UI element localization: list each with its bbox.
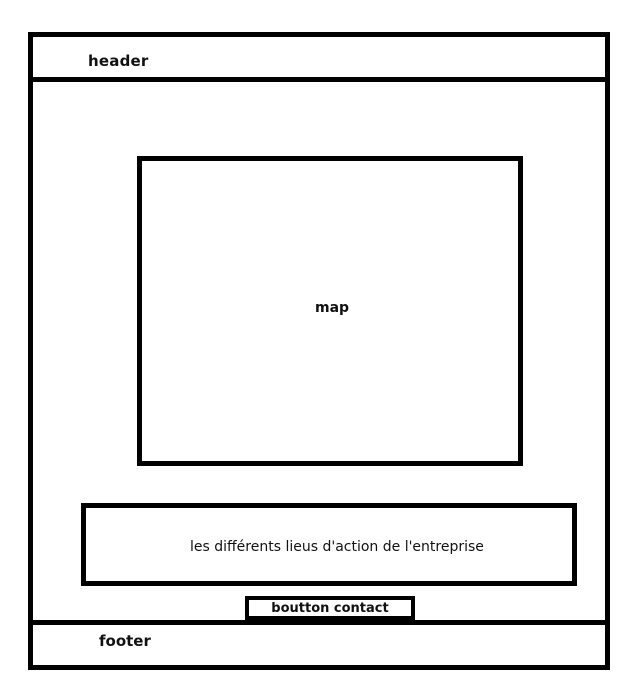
page-header: header [33, 37, 605, 82]
contact-button[interactable]: boutton contact [245, 596, 415, 620]
company-locations-panel: les différents lieus d'action de l'entre… [81, 503, 577, 586]
footer-label: footer [99, 632, 151, 650]
page-footer: footer [33, 620, 605, 665]
map-placeholder[interactable]: map [137, 156, 523, 466]
company-locations-label: les différents lieus d'action de l'entre… [190, 539, 484, 555]
page-frame: header map les différents lieus d'action… [28, 32, 610, 670]
header-label: header [88, 52, 149, 70]
map-label: map [315, 300, 350, 316]
